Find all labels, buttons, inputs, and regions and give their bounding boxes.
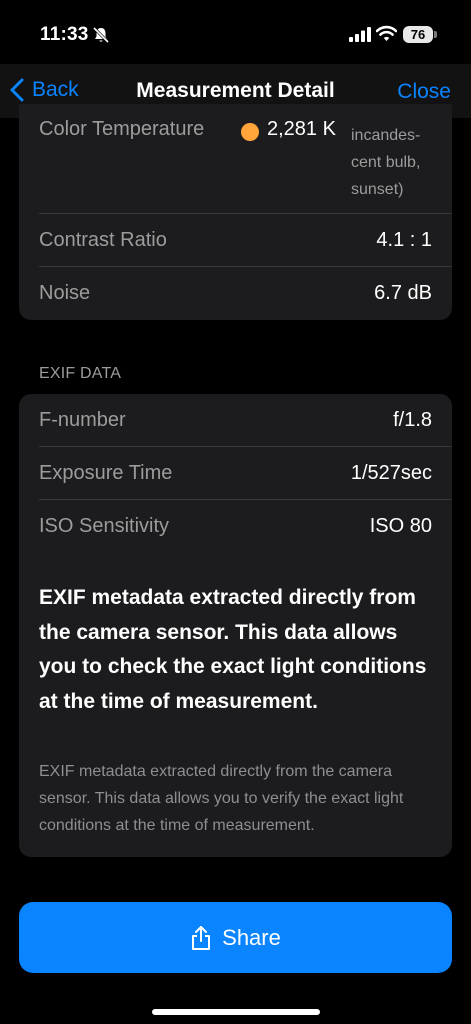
status-time: 11:33	[40, 24, 89, 45]
f-number-row: F-number f/1.8	[39, 394, 432, 446]
color-temperature-dot	[241, 123, 259, 141]
contrast-ratio-row: Contrast Ratio 4.1 : 1	[39, 214, 432, 266]
share-icon	[192, 925, 211, 950]
share-label: Share	[222, 924, 281, 950]
contrast-ratio-label: Contrast Ratio	[39, 228, 167, 251]
back-button[interactable]: Back	[10, 78, 79, 102]
f-number-label: F-number	[39, 408, 126, 431]
chevron-left-icon	[10, 78, 24, 102]
noise-row: Noise 6.7 dB	[39, 267, 432, 319]
iso-sensitivity-row: ISO Sensitivity ISO 80	[39, 500, 432, 552]
color-temperature-note: incandes-cent bulb, sunset)	[351, 127, 421, 198]
share-button[interactable]: Share	[19, 902, 452, 973]
exif-info-heading: EXIF metadata extracted directly from th…	[39, 586, 427, 713]
exposure-time-row: Exposure Time 1/527sec	[39, 447, 432, 499]
close-button[interactable]: Close	[397, 80, 451, 104]
exposure-time-value: 1/527sec	[350, 461, 432, 484]
battery-icon: 76	[403, 26, 433, 43]
color-temperature-label: Color Temperature	[39, 118, 205, 140]
noise-label: Noise	[39, 281, 91, 304]
iso-sensitivity-value: ISO 80	[369, 514, 432, 537]
exif-info-text: EXIF metadata extracted directly from th…	[39, 763, 404, 834]
home-indicator	[152, 1009, 320, 1015]
battery-cap	[434, 31, 437, 38]
signal-icon	[349, 27, 371, 42]
measurements-card: Color Temperature 2,281 K incandes-cent …	[19, 104, 452, 320]
noise-value: 6.7 dB	[374, 281, 432, 304]
exif-section-header: EXIF DATA	[39, 365, 122, 382]
bell-slash-icon	[92, 26, 110, 44]
contrast-ratio-value: 4.1 : 1	[376, 228, 432, 251]
exif-card: F-number f/1.8 Exposure Time 1/527sec IS…	[19, 394, 452, 857]
status-bar: 11:33 76	[0, 0, 471, 64]
back-label: Back	[32, 78, 79, 101]
exposure-time-label: Exposure Time	[39, 461, 173, 484]
iso-sensitivity-label: ISO Sensitivity	[39, 514, 170, 537]
f-number-value: f/1.8	[393, 408, 432, 431]
wifi-icon	[376, 25, 397, 41]
color-temperature-value: 2,281 K	[267, 118, 336, 140]
